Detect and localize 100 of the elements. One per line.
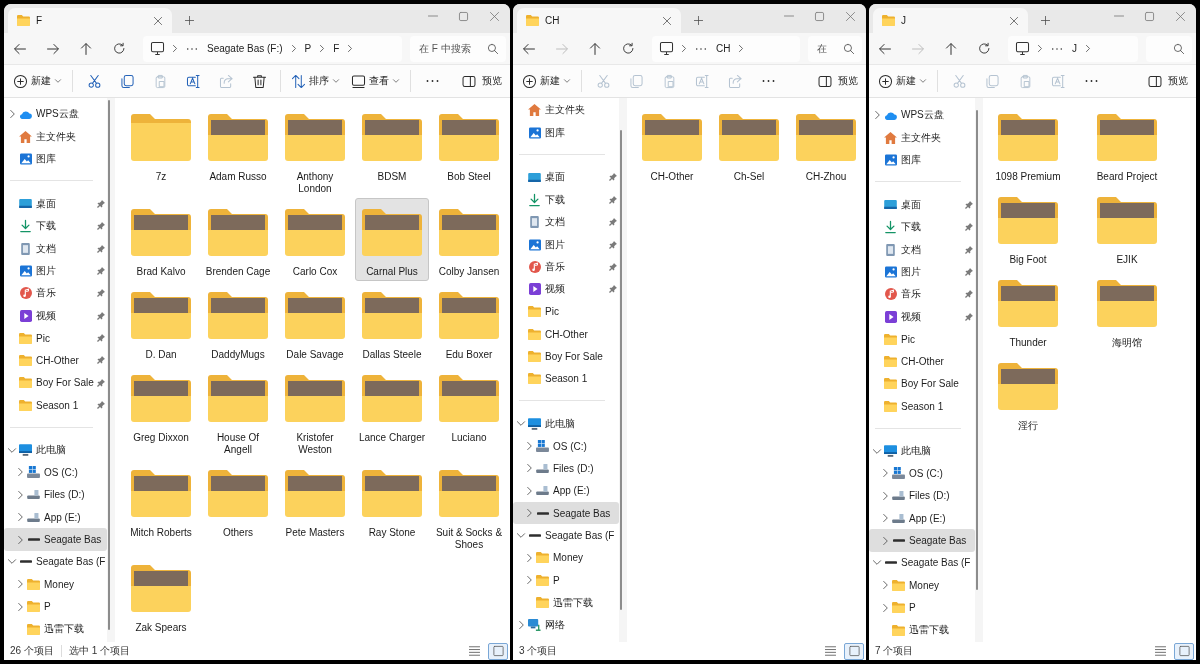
folder-item[interactable]: Brenden Cage	[201, 198, 275, 281]
chevron-icon[interactable]	[517, 421, 525, 427]
nav-item[interactable]: Boy For Sale	[869, 372, 975, 396]
chevron-icon[interactable]	[882, 603, 888, 612]
folder-item[interactable]: Ray Stone	[355, 459, 429, 542]
preview-pane-button[interactable]: 预览	[458, 68, 506, 94]
nav-item[interactable]: 文档	[4, 237, 107, 260]
folder-item[interactable]: Edu Boxer	[432, 281, 506, 364]
nav-item[interactable]: Files (D:)	[869, 484, 975, 507]
nav-item[interactable]: WPS云盘	[4, 103, 107, 126]
nav-item[interactable]: P	[513, 569, 619, 592]
nav-item[interactable]: 迅雷下载	[513, 591, 619, 614]
nav-item[interactable]: 图库	[4, 147, 107, 171]
nav-item[interactable]: 文档	[869, 238, 975, 261]
chevron-icon[interactable]	[882, 469, 888, 478]
folder-item[interactable]: Suit & Socks & Shoes	[432, 459, 506, 554]
search-field[interactable]: 在	[808, 35, 862, 62]
folder-item[interactable]: Carlo Cox	[278, 198, 352, 281]
nav-item[interactable]: Seagate Bas (F	[869, 551, 975, 575]
address-field[interactable]: Seagate Bas (F:) P F	[143, 35, 402, 62]
chevron-icon[interactable]	[526, 553, 532, 562]
nav-item[interactable]: 迅雷下载	[4, 617, 107, 641]
folder-item[interactable]: Others	[201, 459, 275, 542]
chevron-icon[interactable]	[873, 448, 881, 454]
nav-item[interactable]: 下载	[4, 214, 107, 238]
chevron-icon[interactable]	[17, 513, 23, 522]
folder-item[interactable]: 7z	[124, 103, 198, 186]
nav-item[interactable]: Money	[4, 573, 107, 596]
chevron-icon[interactable]	[9, 110, 15, 119]
breadcrumb-item[interactable]: Seagate Bas (F:)	[207, 38, 283, 59]
search-field[interactable]	[1146, 35, 1192, 62]
folder-item[interactable]: Brad Kalvo	[124, 198, 198, 281]
chevron-icon[interactable]	[8, 447, 16, 453]
folder-item[interactable]: Ch-Sel	[712, 103, 786, 186]
folder-item[interactable]: Beard Project	[1090, 103, 1164, 186]
nav-item[interactable]: 桌面	[513, 166, 619, 189]
nav-item[interactable]: CH-Other	[513, 322, 619, 346]
nav-item[interactable]: Boy For Sale	[4, 371, 107, 395]
folder-item[interactable]: D. Dan	[124, 281, 198, 364]
nav-item[interactable]: 图库	[513, 121, 619, 144]
nav-item[interactable]: OS (C:)	[869, 462, 975, 485]
chevron-icon[interactable]	[526, 464, 532, 473]
nav-item[interactable]: Seagate Bas	[869, 529, 975, 552]
folder-item[interactable]: Dallas Steele	[355, 281, 429, 364]
nav-item[interactable]: Season 1	[513, 367, 619, 391]
nav-item[interactable]: 音乐	[513, 255, 619, 279]
nav-item[interactable]: 此电脑	[513, 412, 619, 435]
nav-item[interactable]: 图片	[4, 259, 107, 283]
nav-item[interactable]: P	[869, 596, 975, 619]
nav-item[interactable]: Seagate Bas	[4, 528, 107, 551]
nav-item[interactable]: App (E:)	[4, 506, 107, 529]
folder-item[interactable]: CH-Other	[635, 103, 709, 186]
folder-item[interactable]: Greg Dixxon	[124, 364, 198, 447]
address-field[interactable]: J	[1008, 35, 1138, 62]
folder-item[interactable]: Pete Masters	[278, 459, 352, 542]
folder-item[interactable]: CH-Zhou	[789, 103, 863, 186]
nav-item[interactable]: 图库	[869, 148, 975, 172]
nav-item[interactable]: OS (C:)	[513, 434, 619, 458]
folder-item[interactable]: Mitch Roberts	[124, 459, 198, 542]
nav-item[interactable]: Files (D:)	[4, 483, 107, 506]
chevron-icon[interactable]	[882, 514, 888, 523]
folder-item[interactable]: 淫行	[991, 352, 1065, 435]
chevron-icon[interactable]	[17, 490, 23, 499]
nav-item[interactable]: OS (C:)	[4, 461, 107, 484]
folder-item[interactable]: Big Foot	[991, 186, 1065, 269]
chevron-icon[interactable]	[882, 536, 888, 545]
nav-item[interactable]: 网络	[513, 613, 619, 637]
folder-item[interactable]: DaddyMugs	[201, 281, 275, 364]
nav-item[interactable]: 迅雷下载	[869, 618, 975, 642]
breadcrumb-item[interactable]: J	[1072, 38, 1077, 59]
folder-item[interactable]: Colby Jansen	[432, 198, 506, 281]
preview-pane-button[interactable]: 预览	[1144, 68, 1192, 94]
search-field[interactable]: 在 F 中搜索	[410, 35, 506, 62]
nav-item[interactable]: 视频	[869, 305, 975, 328]
nav-item[interactable]: Season 1	[4, 394, 107, 417]
chevron-icon[interactable]	[882, 491, 888, 500]
folder-item[interactable]: EJIK	[1090, 186, 1164, 269]
address-field[interactable]: CH	[652, 35, 800, 62]
nav-item[interactable]: Money	[513, 546, 619, 570]
chevron-icon[interactable]	[526, 509, 532, 518]
nav-item[interactable]: 此电脑	[869, 439, 975, 463]
large-icons-view-button[interactable]	[488, 642, 508, 660]
nav-item[interactable]: Files (D:)	[513, 457, 619, 480]
nav-item[interactable]: Seagate Bas (F	[4, 550, 107, 574]
nav-item[interactable]: 视频	[513, 278, 619, 301]
nav-item[interactable]: 桌面	[4, 192, 107, 215]
chevron-icon[interactable]	[517, 533, 525, 539]
sort-button[interactable]: 排序	[288, 68, 343, 94]
nav-item[interactable]: 视频	[4, 304, 107, 327]
chevron-icon[interactable]	[526, 442, 532, 450]
folder-item[interactable]: Lance Charger	[355, 364, 429, 447]
chevron-icon[interactable]	[874, 111, 880, 120]
nav-item[interactable]: 主文件夹	[513, 99, 619, 122]
breadcrumb-item[interactable]: F	[333, 38, 340, 59]
nav-item[interactable]: CH-Other	[4, 349, 107, 372]
nav-item[interactable]: WPS云盘	[869, 104, 975, 127]
window-tab[interactable]: CH	[517, 8, 681, 33]
nav-item[interactable]: 桌面	[869, 193, 975, 216]
folder-item[interactable]: Thunder	[991, 269, 1065, 352]
nav-item[interactable]: App (E:)	[513, 479, 619, 502]
